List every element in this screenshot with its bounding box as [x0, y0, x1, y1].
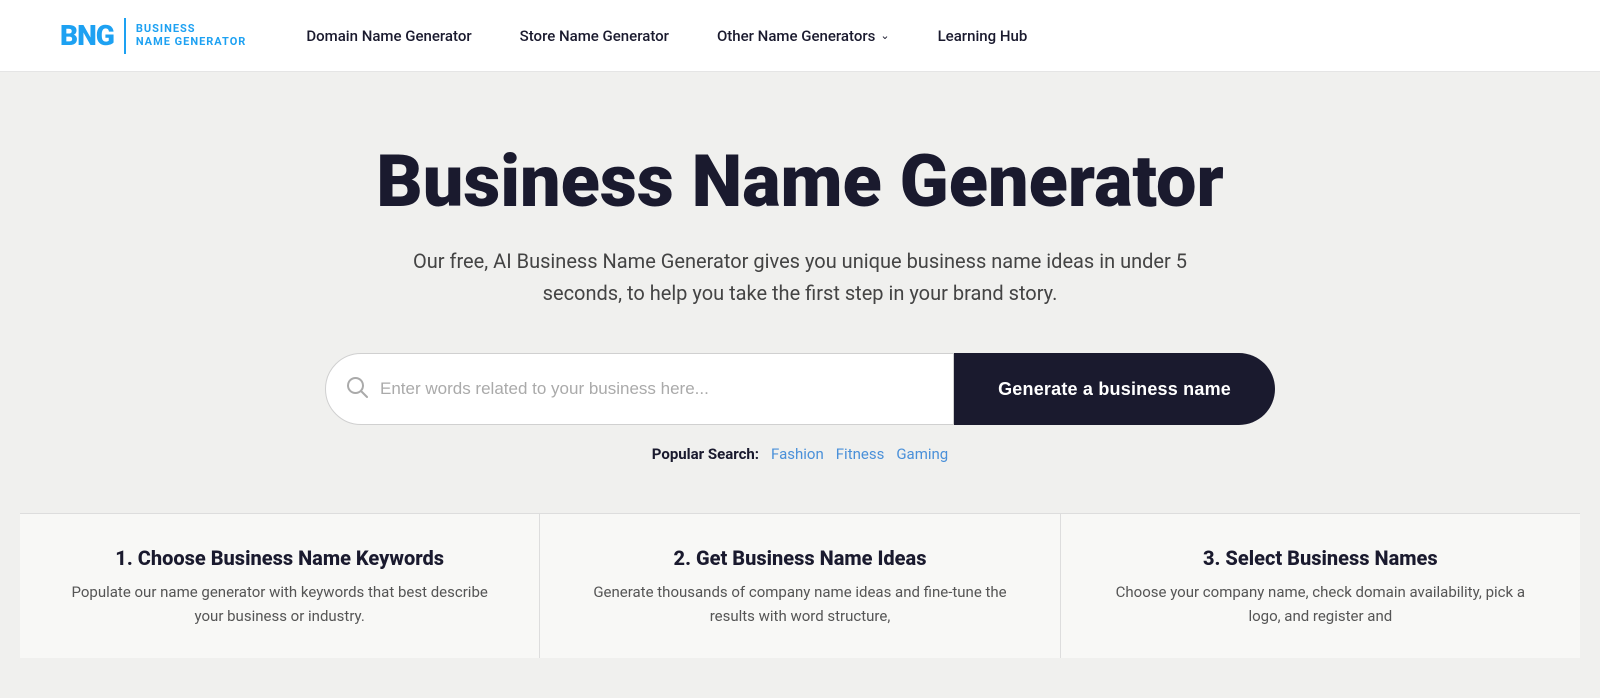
hero-subtitle: Our free, AI Business Name Generator giv…	[410, 245, 1190, 309]
main-nav: Domain Name Generator Store Name Generat…	[306, 27, 1540, 45]
hero-section: Business Name Generator Our free, AI Bus…	[0, 72, 1600, 698]
popular-tag-fitness[interactable]: Fitness	[836, 445, 885, 463]
popular-tag-fashion[interactable]: Fashion	[771, 445, 824, 463]
logo-bng: BNG	[60, 19, 114, 52]
logo[interactable]: BNG BUSINESS NAME GENERATOR	[60, 18, 246, 54]
step-1-title: 1. Choose Business Name Keywords	[70, 546, 489, 570]
chevron-down-icon: ⌄	[880, 29, 889, 42]
nav-other-name-generators[interactable]: Other Name Generators ⌄	[717, 27, 890, 45]
nav-learning-hub[interactable]: Learning Hub	[938, 27, 1028, 45]
popular-search: Popular Search: Fashion Fitness Gaming	[652, 445, 948, 463]
search-input-wrapper	[325, 353, 954, 425]
logo-divider	[124, 18, 126, 54]
nav-store-name-generator[interactable]: Store Name Generator	[520, 27, 669, 45]
search-icon	[346, 376, 368, 403]
search-container: Generate a business name	[325, 353, 1275, 425]
step-2-description: Generate thousands of company name ideas…	[590, 580, 1009, 628]
step-3: 3. Select Business Names Choose your com…	[1061, 514, 1580, 658]
step-2: 2. Get Business Name Ideas Generate thou…	[540, 514, 1060, 658]
logo-name-generator: NAME GENERATOR	[136, 36, 247, 48]
page-title: Business Name Generator	[376, 142, 1224, 221]
nav-domain-name-generator[interactable]: Domain Name Generator	[306, 27, 471, 45]
logo-text: BUSINESS NAME GENERATOR	[136, 23, 247, 47]
step-3-title: 3. Select Business Names	[1111, 546, 1530, 570]
step-3-description: Choose your company name, check domain a…	[1111, 580, 1530, 628]
step-1-description: Populate our name generator with keyword…	[70, 580, 489, 628]
logo-business: BUSINESS	[136, 23, 247, 35]
step-2-title: 2. Get Business Name Ideas	[590, 546, 1009, 570]
search-input[interactable]	[380, 379, 933, 399]
header: BNG BUSINESS NAME GENERATOR Domain Name …	[0, 0, 1600, 72]
steps-section: 1. Choose Business Name Keywords Populat…	[20, 513, 1580, 658]
generate-button[interactable]: Generate a business name	[954, 353, 1275, 425]
popular-tag-gaming[interactable]: Gaming	[896, 445, 948, 463]
step-1: 1. Choose Business Name Keywords Populat…	[20, 514, 540, 658]
popular-search-label: Popular Search:	[652, 445, 759, 463]
